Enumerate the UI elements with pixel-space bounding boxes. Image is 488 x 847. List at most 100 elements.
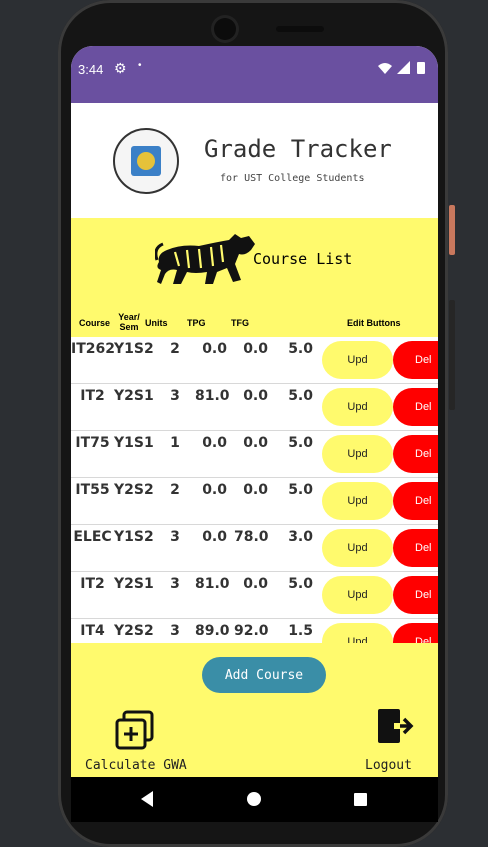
update-button[interactable]: Upd [322,529,393,567]
course-grade: 5.0 [288,482,313,498]
course-tfg: 0.0 [243,482,268,498]
delete-button[interactable]: Del [393,482,438,520]
wifi-icon [378,63,392,74]
course-code: IT55 [75,482,110,498]
course-year-sem: Y1S2 [114,341,154,357]
power-button [449,205,455,255]
calculate-gwa-button[interactable]: Calculate GWA [85,758,187,773]
course-tpg: 0.0 [202,341,227,357]
course-row: IT55 Y2S2 2 0.0 0.0 5.0 Upd Del [71,478,438,525]
update-button[interactable]: Upd [322,341,393,379]
course-units: 3 [170,576,180,592]
main-content: Course List Course Year/ Sem Units TPG T… [71,218,438,821]
front-camera [214,18,236,40]
add-course-button[interactable]: Add Course [202,657,326,693]
course-list[interactable]: IT262 Y1S2 2 0.0 0.0 5.0 Upd Del IT2 Y2S… [71,337,438,643]
course-tfg: 0.0 [243,341,268,357]
status-bar: 3:44 ⚙ • [71,46,438,103]
course-tpg: 81.0 [195,388,230,404]
course-year-sem: Y2S1 [114,388,154,404]
app-subtitle: for UST College Students [220,173,365,184]
course-code: IT4 [80,623,105,639]
course-units: 2 [170,341,180,357]
delete-button[interactable]: Del [393,388,438,426]
course-units: 3 [170,623,180,639]
delete-button[interactable]: Del [393,576,438,614]
course-year-sem: Y1S2 [114,529,154,545]
signal-icon [397,61,410,74]
delete-button[interactable]: Del [393,529,438,567]
col-course: Course [79,318,111,328]
app-header: Grade Tracker for UST College Students [71,103,438,218]
ust-seal-logo [113,128,179,194]
app-screen: 3:44 ⚙ • Grade Tracker for UST College S… [71,46,438,821]
recents-icon[interactable] [354,793,367,806]
course-list-title: Course List [253,250,353,268]
update-button[interactable]: Upd [322,388,393,426]
tiger-icon [154,232,259,292]
update-button[interactable]: Upd [322,623,393,643]
logout-icon[interactable] [374,707,414,751]
course-grade: 3.0 [288,529,313,545]
delete-button[interactable]: Del [393,341,438,379]
course-tpg: 81.0 [195,576,230,592]
course-row: IT2 Y2S1 3 81.0 0.0 5.0 Upd Del [71,572,438,619]
course-tpg: 0.0 [202,529,227,545]
status-time: 3:44 [78,62,104,77]
update-button[interactable]: Upd [322,435,393,473]
home-icon[interactable] [247,792,261,806]
back-icon[interactable] [141,791,153,807]
earpiece-speaker [276,26,324,32]
course-row: IT2 Y2S1 3 81.0 0.0 5.0 Upd Del [71,384,438,431]
gear-icon: ⚙ [114,60,127,76]
course-grade: 1.5 [288,623,313,639]
status-icons [377,61,431,78]
course-tpg: 0.0 [202,435,227,451]
course-grade: 5.0 [288,435,313,451]
battery-icon [417,62,425,74]
update-button[interactable]: Upd [322,576,393,614]
course-grade: 5.0 [288,576,313,592]
course-grade: 5.0 [288,341,313,357]
delete-button[interactable]: Del [393,435,438,473]
course-tfg: 0.0 [243,576,268,592]
col-year-sem: Year/ Sem [118,312,140,332]
course-year-sem: Y2S2 [114,623,154,639]
course-year-sem: Y2S2 [114,482,154,498]
col-edit-buttons: Edit Buttons [347,318,401,328]
android-nav-bar [71,777,438,822]
col-tfg: TFG [231,318,249,328]
course-code: IT2 [80,388,105,404]
course-code: IT2 [80,576,105,592]
course-row: IT262 Y1S2 2 0.0 0.0 5.0 Upd Del [71,337,438,384]
course-tpg: 89.0 [195,623,230,639]
course-grade: 5.0 [288,388,313,404]
course-tfg: 92.0 [234,623,269,639]
course-code: IT262 [71,341,115,357]
app-title: Grade Tracker [204,135,392,163]
course-tfg: 78.0 [234,529,269,545]
course-units: 3 [170,529,180,545]
col-tpg: TPG [187,318,206,328]
calculate-gwa-icon[interactable] [114,710,158,756]
course-year-sem: Y2S1 [114,576,154,592]
course-units: 1 [170,435,180,451]
course-row: ELEC Y1S2 3 0.0 78.0 3.0 Upd Del [71,525,438,572]
course-code: ELEC [73,529,112,545]
volume-rocker [449,300,455,410]
wifi-signal-battery-icons [378,61,425,74]
course-tfg: 0.0 [243,388,268,404]
course-code: IT75 [75,435,110,451]
update-button[interactable]: Upd [322,482,393,520]
col-units: Units [145,318,168,328]
course-units: 2 [170,482,180,498]
course-units: 3 [170,388,180,404]
notification-dot: • [138,60,142,71]
logout-button[interactable]: Logout [365,758,412,773]
delete-button[interactable]: Del [393,623,438,643]
course-tpg: 0.0 [202,482,227,498]
course-row: IT75 Y1S1 1 0.0 0.0 5.0 Upd Del [71,431,438,478]
course-row: IT4 Y2S2 3 89.0 92.0 1.5 Upd Del [71,619,438,643]
course-year-sem: Y1S1 [114,435,154,451]
course-tfg: 0.0 [243,435,268,451]
